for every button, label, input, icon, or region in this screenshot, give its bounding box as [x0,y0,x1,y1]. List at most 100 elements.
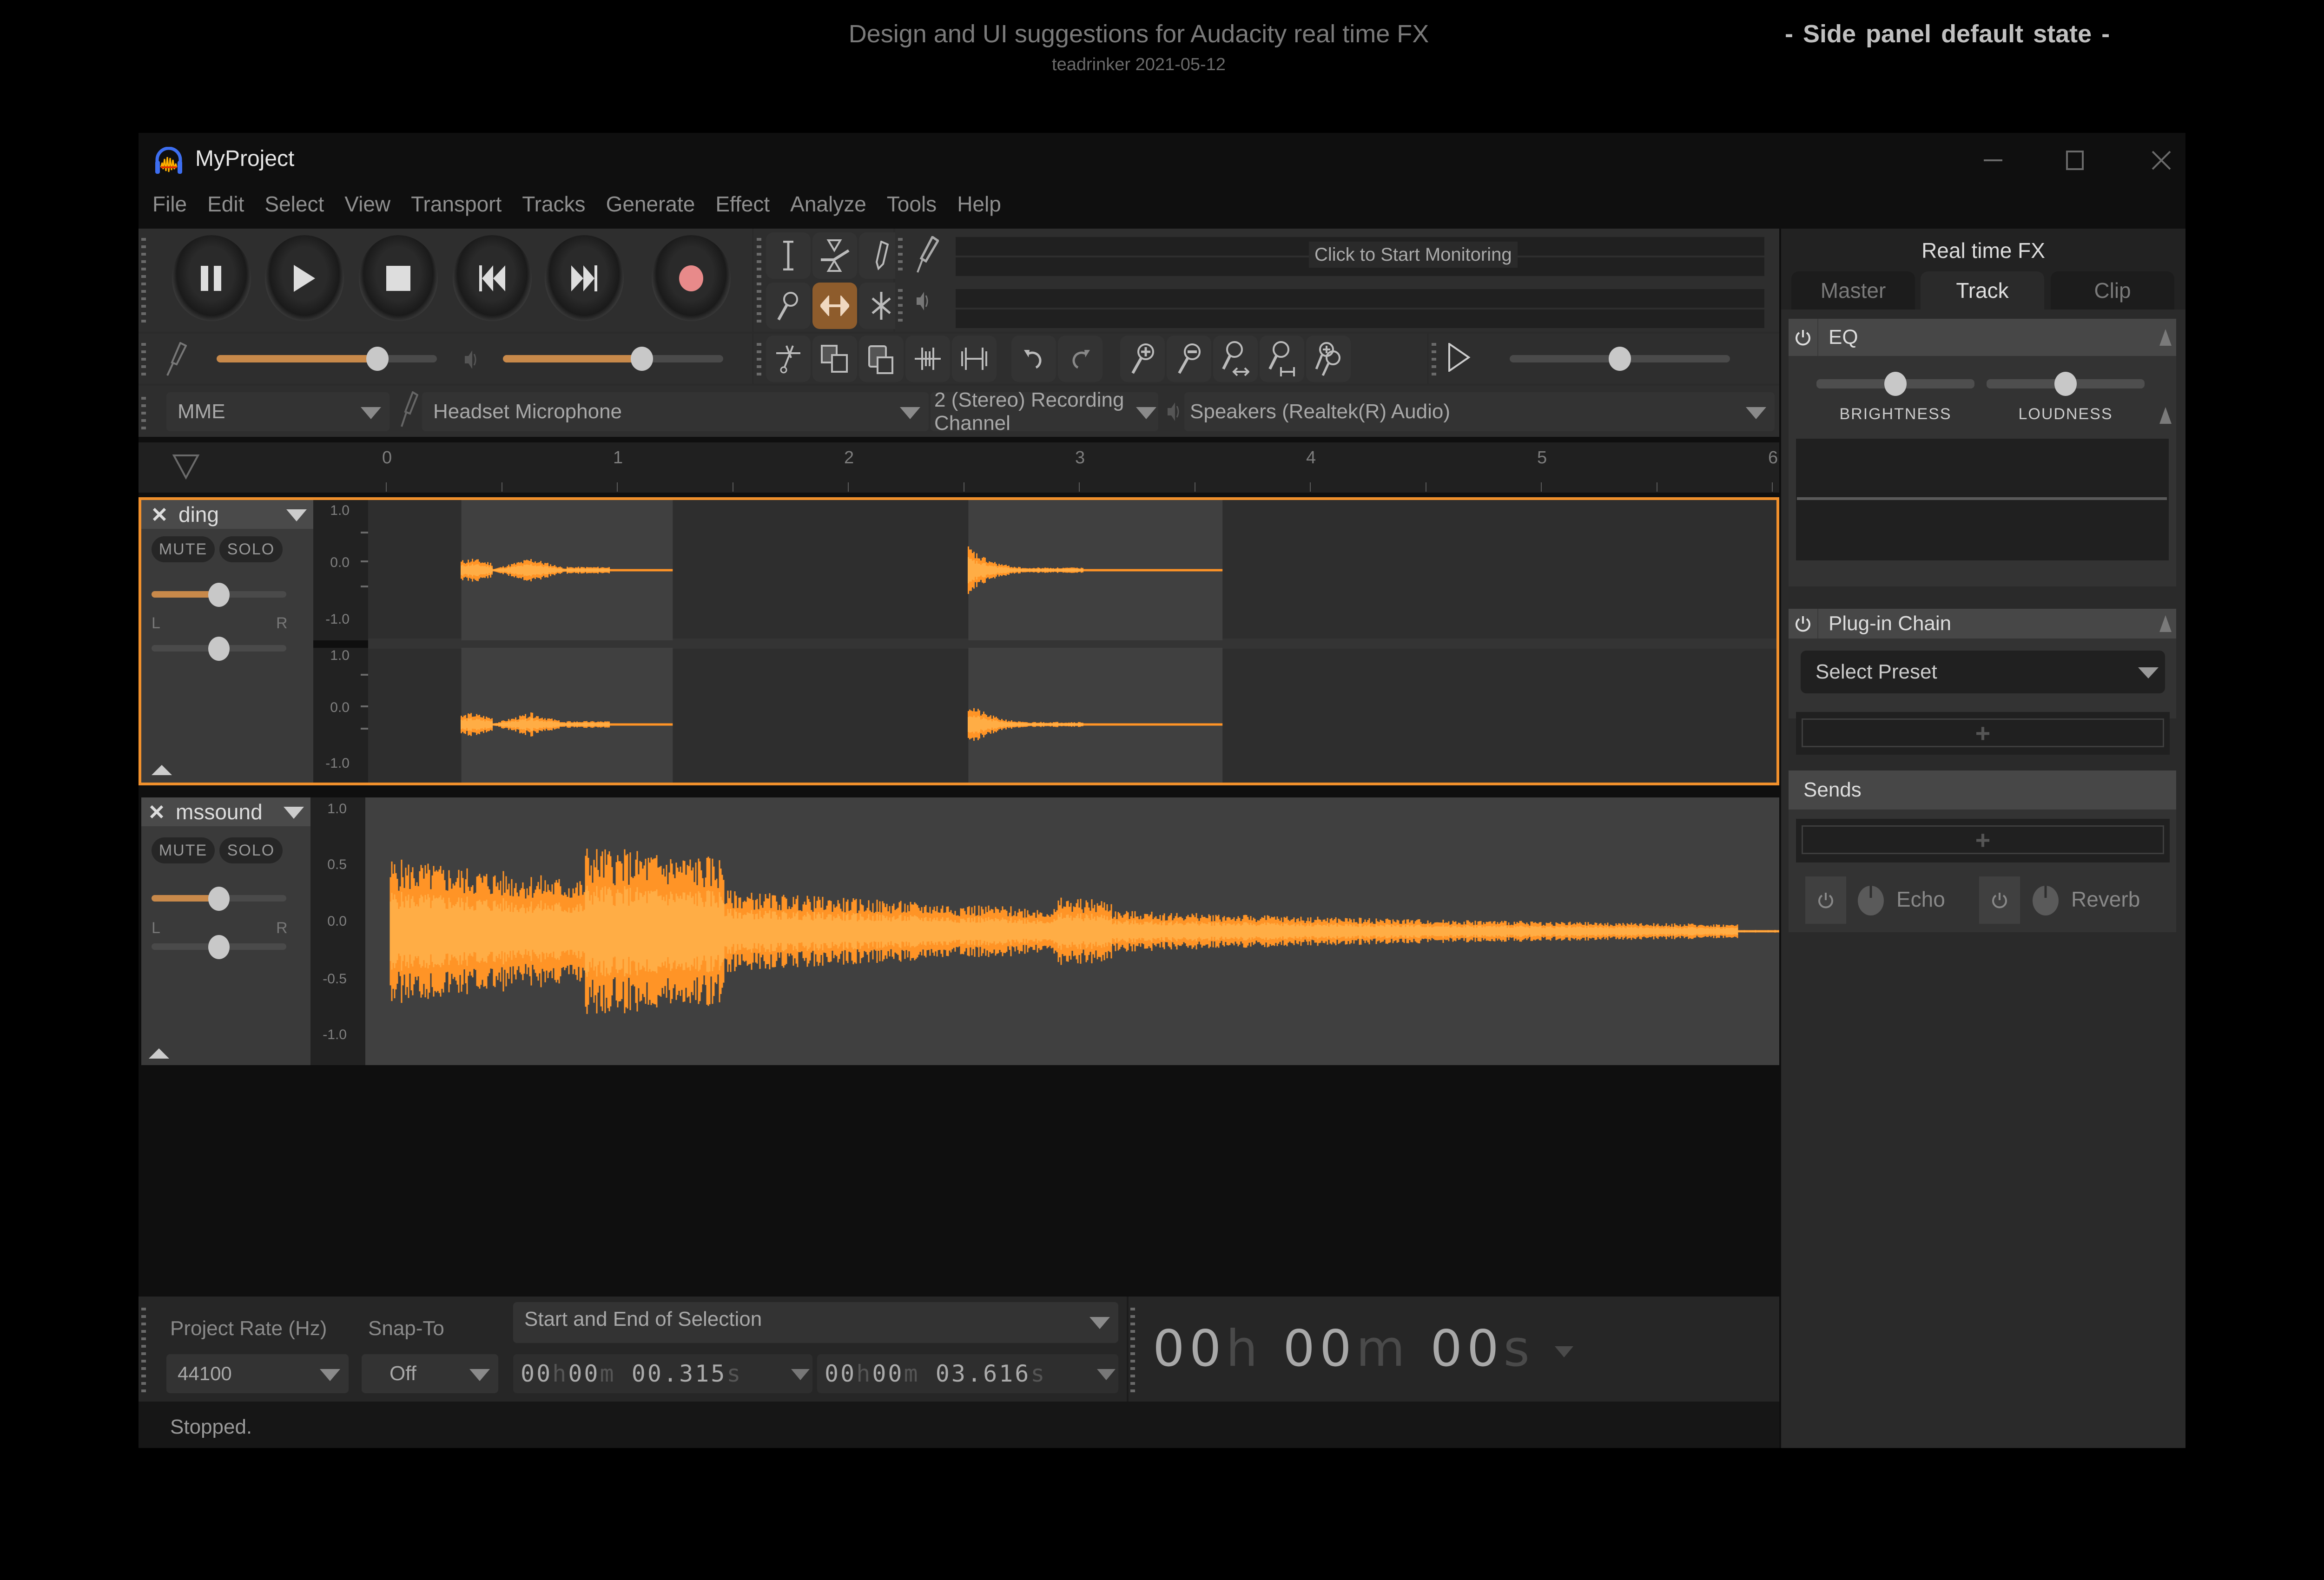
menu-select[interactable]: Select [251,188,330,220]
menu-file[interactable]: File [139,188,193,220]
tab-track[interactable]: Track [1921,271,2044,309]
toolbar-grip[interactable] [141,1308,146,1392]
timeline-ruler[interactable]: 0 1 2 3 4 5 6 [139,442,1779,493]
eq-graph[interactable] [1796,439,2169,560]
playback-device-dropdown[interactable]: Speakers (Realtek(R) Audio) [1184,392,1775,431]
stop-button[interactable] [359,235,438,321]
collapse-track-icon[interactable] [152,765,172,775]
slider-thumb[interactable] [208,935,230,959]
eq-curve[interactable] [1797,497,2167,500]
audio-clip[interactable] [461,648,673,783]
audio-host-dropdown[interactable]: MME [166,392,390,431]
fit-selection-button[interactable] [1213,336,1258,382]
playback-meter-left[interactable] [956,289,1764,308]
collapse-track-icon[interactable] [149,1048,169,1059]
solo-button[interactable]: SOLO [219,536,283,562]
gain-slider[interactable] [152,583,286,607]
loudness-slider[interactable] [1987,372,2145,396]
toolbar-grip[interactable] [141,397,146,429]
play-at-speed-button[interactable] [1447,342,1471,374]
playback-speed-slider[interactable] [1510,347,1730,371]
toolbar-grip[interactable] [757,238,761,323]
menu-view[interactable]: View [330,188,397,220]
redo-button[interactable] [1058,336,1103,382]
selection-tool-button[interactable] [766,232,811,279]
slider-thumb[interactable] [208,887,230,911]
track-lane[interactable] [368,500,1776,783]
tab-clip[interactable]: Clip [2051,271,2174,309]
pause-button[interactable] [172,235,251,321]
track-ding[interactable]: ding MUTE SOLO L R 1.0 0.0 -1.0 1.0 0.0 … [139,497,1779,785]
menu-effect[interactable]: Effect [701,188,776,220]
eq-header[interactable]: EQ [1789,319,2176,356]
collapse-icon[interactable] [2159,329,2172,346]
zoom-tool-button[interactable] [766,283,811,329]
close-track-icon[interactable] [152,507,166,521]
pan-slider[interactable] [152,637,286,661]
playback-volume-slider[interactable] [503,347,723,371]
menu-tracks[interactable]: Tracks [508,188,592,220]
echo-knob-icon[interactable] [1857,884,1884,915]
eq-power-button[interactable] [1789,319,1818,356]
zoom-in-button[interactable] [1120,336,1165,382]
track-menu-icon[interactable] [286,509,307,521]
selection-start-time[interactable]: 00 h 00 m 00.315 s [513,1354,812,1393]
gain-slider[interactable] [152,887,286,911]
select-preset-dropdown[interactable]: Select Preset [1801,651,2165,693]
menu-help[interactable]: Help [943,188,1008,220]
trim-audio-button[interactable] [905,336,950,382]
mute-button[interactable]: MUTE [152,837,215,863]
menu-transport[interactable]: Transport [397,188,508,220]
toolbar-grip[interactable] [141,238,146,323]
track-header[interactable]: ding [141,500,313,529]
collapse-icon[interactable] [2159,615,2172,632]
slider-thumb[interactable] [208,583,230,607]
add-plugin-button[interactable]: + [1802,718,2164,748]
recording-volume-slider[interactable] [217,347,437,371]
toolbar-grip[interactable] [898,289,903,322]
start-monitoring-button[interactable]: Click to Start Monitoring [1309,242,1518,268]
menu-edit[interactable]: Edit [193,188,251,220]
skip-to-end-button[interactable] [545,235,624,321]
project-rate-dropdown[interactable]: 44100 [166,1354,349,1393]
record-button[interactable] [652,235,731,321]
slider-thumb[interactable] [630,347,653,371]
toolbar-grip[interactable] [1432,343,1436,375]
maximize-button[interactable] [2056,144,2093,177]
selection-format-dropdown[interactable]: Start and End of Selection [513,1302,1118,1343]
solo-button[interactable]: SOLO [219,837,283,863]
skip-to-start-button[interactable] [453,235,532,321]
toolbar-grip[interactable] [898,238,903,270]
add-send-button[interactable]: + [1802,825,2164,855]
menu-tools[interactable]: Tools [873,188,943,220]
slider-thumb[interactable] [208,637,230,661]
menu-generate[interactable]: Generate [592,188,702,220]
plugin-chain-power-button[interactable] [1789,609,1818,639]
slider-thumb[interactable] [366,347,389,371]
play-button[interactable] [265,235,344,321]
toolbar-grip[interactable] [1130,1308,1135,1392]
undo-button[interactable] [1011,336,1056,382]
track-menu-icon[interactable] [284,807,304,819]
snap-to-dropdown[interactable]: Off [362,1354,498,1393]
copy-button[interactable] [812,336,857,382]
close-track-icon[interactable] [150,805,164,819]
plugin-chain-header[interactable]: Plug-in Chain [1789,609,2176,639]
toolbar-grip[interactable] [757,343,761,375]
selection-end-time[interactable]: 00 h 00 m 03.616 s [817,1354,1118,1393]
tab-master[interactable]: Master [1791,271,1915,309]
reverb-power-button[interactable] [1979,876,2020,924]
track-header[interactable]: mssound [141,797,310,826]
cut-button[interactable] [766,336,811,382]
recording-device-dropdown[interactable]: Headset Microphone [422,392,929,431]
time-shift-tool-button[interactable] [812,283,857,329]
waveform-mssound[interactable] [365,797,1779,1065]
playback-meter-right[interactable] [956,309,1764,328]
fit-project-button[interactable] [1260,336,1304,382]
slider-thumb[interactable] [1609,347,1631,371]
track-lane[interactable] [365,797,1779,1065]
pan-slider[interactable] [152,935,286,959]
mute-button[interactable]: MUTE [152,536,215,562]
reverb-knob-icon[interactable] [2032,884,2059,915]
waveform-ding[interactable] [368,500,1776,783]
